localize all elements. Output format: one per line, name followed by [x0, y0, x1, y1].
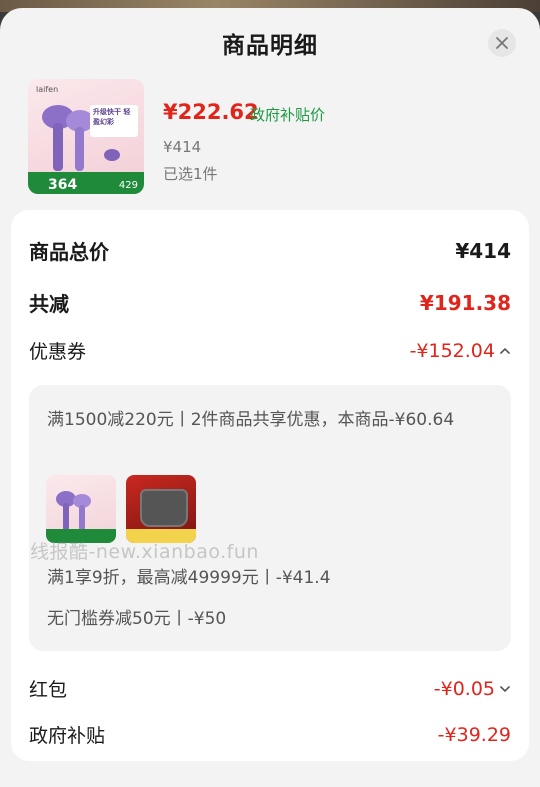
close-icon: [496, 37, 508, 49]
price-summary-card: 商品总价 ¥414 共减 ¥191.38 优惠券 -¥152.04 满1500减…: [11, 210, 529, 761]
total-price-row: 商品总价 ¥414: [29, 236, 511, 265]
coupon-value: -¥152.04: [409, 339, 495, 362]
coupon-row[interactable]: 优惠券 -¥152.04: [29, 337, 511, 364]
gov-subsidy-row: 政府补贴 -¥39.29: [29, 721, 511, 748]
gov-subsidy-value: -¥39.29: [437, 723, 511, 746]
cooker-icon: [140, 489, 188, 527]
coupon-label: 优惠券: [29, 341, 87, 363]
close-button[interactable]: [488, 29, 516, 57]
promo-number-2: 429: [118, 180, 138, 191]
coupon-nothreshold-line: 无门槛券减50元丨-¥50: [47, 609, 227, 629]
original-price: ¥414: [163, 138, 202, 156]
product-price: ¥222.62: [163, 100, 259, 124]
chevron-up-icon[interactable]: [499, 345, 511, 357]
shared-coupon-desc: 满1500减220元丨2件商品共享优惠，本商品-¥60.64: [47, 410, 455, 430]
total-discount-label: 共减: [29, 292, 69, 316]
total-discount-row: 共减 ¥191.38: [29, 288, 511, 317]
selected-count: 已选1件: [163, 165, 218, 183]
watermark: 线报酷-new.xianbao.fun: [30, 541, 259, 563]
coupon-detail-box: 满1500减220元丨2件商品共享优惠，本商品-¥60.64 满1享9折，最高减…: [29, 385, 511, 651]
hongbao-row[interactable]: 红包 -¥0.05: [29, 675, 511, 702]
product-image[interactable]: laifen 升级快干 轻盈幻彩 364 429: [28, 79, 144, 194]
total-price-label: 商品总价: [29, 240, 109, 264]
hongbao-label: 红包: [29, 679, 68, 701]
gov-subsidy-row-label: 政府补贴: [29, 725, 106, 747]
detail-sheet: 商品明细 laifen 升级快干 轻盈幻彩 364 429 ¥222.62 政府…: [0, 8, 540, 787]
coupon-discount-line: 满1享9折，最高减49999元丨-¥41.4: [47, 568, 331, 588]
product-thumb-dryer: [46, 475, 116, 543]
total-discount-value: ¥191.38: [419, 290, 511, 315]
sheet-title: 商品明细: [222, 33, 318, 59]
total-price-value: ¥414: [455, 238, 511, 263]
product-tag: 升级快干 轻盈幻彩: [90, 105, 138, 137]
promo-number: 364: [48, 177, 78, 193]
chevron-down-icon[interactable]: [499, 683, 511, 695]
hongbao-value: -¥0.05: [433, 677, 495, 700]
gov-subsidy-label: 政府补贴价: [250, 106, 326, 124]
product-thumb-cooker: [126, 475, 196, 543]
